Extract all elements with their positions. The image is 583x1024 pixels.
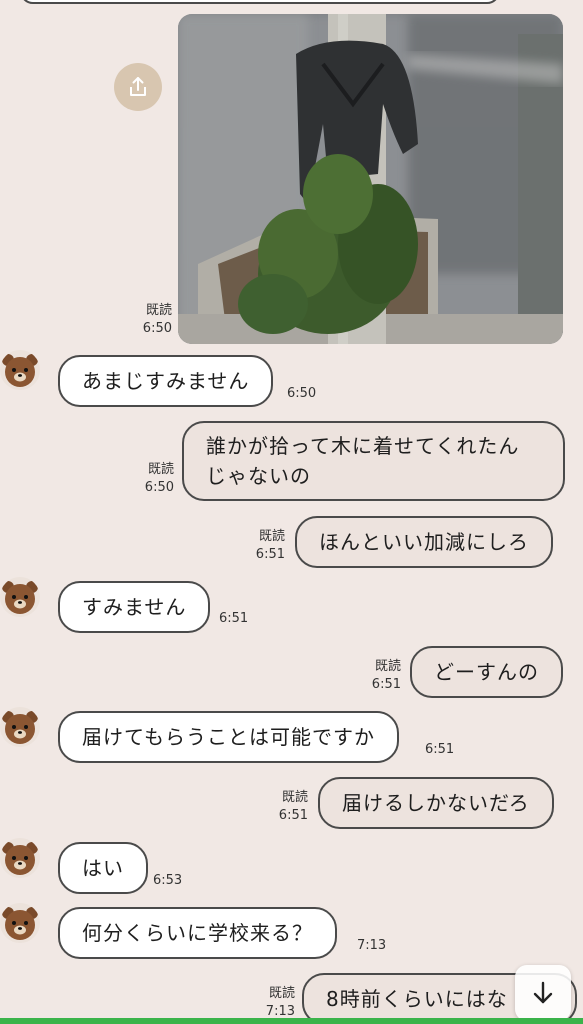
message-text: はい [82,856,124,880]
timestamp: 6:50 [144,480,174,495]
bear-avatar-icon [2,711,38,744]
timestamp: 6:51 [371,677,401,692]
timestamp: 6:50 [287,386,317,401]
read-receipt: 既読 [145,303,172,318]
message-meta: 既読 6:50 [126,461,174,497]
bear-avatar-icon [2,354,38,387]
incoming-message[interactable]: あまじすみません [58,355,274,407]
incoming-message[interactable]: すみません [58,581,211,633]
avatar[interactable] [0,707,40,747]
timestamp: 6:51 [425,742,455,757]
message-meta: 既読 6:51 [353,658,401,694]
read-receipt: 既読 [374,659,401,674]
bottom-accent-bar [0,1018,583,1024]
incoming-message[interactable]: 届けてもらうことは可能ですか [58,711,399,763]
arrow-down-icon [533,981,553,1004]
message-text: あまじすみません [82,369,250,393]
outgoing-message[interactable]: どーすんの [410,646,563,698]
avatar[interactable] [0,838,40,878]
timestamp: 6:51 [219,611,249,626]
message-text: すみません [82,595,187,619]
outgoing-message[interactable]: ほんといい加減にしろ [295,516,553,568]
share-icon [130,77,146,96]
timestamp: 6:51 [278,808,308,823]
read-receipt: 既読 [258,529,285,544]
message-text: 届けるしかないだろ [342,791,530,815]
message-meta: 既読 6:50 [124,302,172,338]
outgoing-message[interactable]: 届けるしかないだろ [318,777,554,829]
read-receipt: 既読 [147,462,174,477]
bear-avatar-icon [2,907,38,940]
scroll-to-bottom-button[interactable] [515,965,571,1021]
message-meta: 既読 7:13 [247,985,295,1021]
timestamp: 6:51 [255,547,285,562]
timestamp: 6:50 [142,321,172,336]
message-text-line: じゃないの [206,464,311,488]
incoming-message[interactable]: 何分くらいに学校来る？ [58,907,337,959]
jacket-tree-photo [178,14,563,344]
incoming-message[interactable]: はい [58,842,148,894]
avatar[interactable] [0,577,40,617]
message-meta: 既読 6:51 [260,789,308,825]
photo-message[interactable] [178,14,563,344]
read-receipt: 既読 [281,790,308,805]
avatar[interactable] [0,903,40,943]
share-button[interactable] [114,63,162,111]
message-text: 何分くらいに学校来る？ [82,921,313,945]
outgoing-message[interactable]: 誰かが拾って木に着せてくれたん じゃないの [182,421,565,501]
previous-message-bubble [20,0,500,4]
avatar[interactable] [0,350,40,390]
message-text: ほんといい加減にしろ [319,530,529,554]
message-text: 届けてもらうことは可能ですか [82,725,375,749]
message-meta: 既読 6:51 [237,528,285,564]
message-text: どーすんの [434,660,539,684]
bear-avatar-icon [2,842,38,875]
message-text-line: 誰かが拾って木に着せてくれたん [206,434,520,458]
timestamp: 6:53 [153,873,183,888]
timestamp: 7:13 [357,938,387,953]
bear-avatar-icon [2,581,38,614]
message-text: 8時前くらいにはな [326,987,508,1011]
read-receipt: 既読 [268,986,295,1001]
chat-screen: 既読 6:50 あまじすみません 6:50 既読 6:50 誰かが拾って木に着せ… [0,0,583,1024]
